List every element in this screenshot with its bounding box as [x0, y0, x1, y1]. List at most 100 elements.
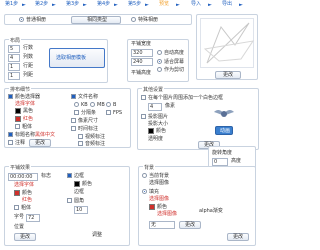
fill-size-input[interactable]: 72: [26, 214, 40, 222]
shadow-label: 投影图片: [148, 114, 169, 120]
gradient-label: alpha渐变: [199, 208, 223, 214]
background-change-button[interactable]: 更改: [179, 221, 201, 229]
radio-special-album[interactable]: [131, 17, 136, 22]
b-radio[interactable]: [106, 102, 111, 107]
file-name-label: 文件名称: [78, 94, 99, 100]
border-value-label: 边框: [74, 189, 85, 195]
fill-color-label: 颜色: [22, 190, 33, 196]
background-change-label: 更改: [185, 222, 196, 228]
bg-color-swatch[interactable]: [149, 204, 155, 210]
label-font-text: 黑体中文: [35, 132, 56, 138]
note-check[interactable]: [8, 140, 13, 145]
album-type-label: 相同类型: [87, 17, 108, 23]
show-audio-check[interactable]: [78, 141, 83, 146]
choose-template-button[interactable]: 选取相册模板: [49, 48, 105, 68]
current-bg-radio[interactable]: [142, 173, 147, 178]
dimensions-check[interactable]: [71, 118, 76, 123]
step-2-label: 第2步: [35, 1, 49, 7]
red-color-swatch[interactable]: [15, 116, 21, 122]
gradient-select[interactable]: 无: [149, 221, 175, 229]
file-name-check[interactable]: [71, 94, 76, 99]
step-export[interactable]: 导出 ►: [220, 1, 246, 9]
spacing-input[interactable]: 1: [8, 63, 20, 71]
height-input[interactable]: 240: [131, 58, 153, 66]
step-5[interactable]: 第5步 ►: [126, 1, 152, 9]
border-label: 边框: [74, 173, 85, 179]
show-audio-label: 音频标注: [85, 141, 106, 147]
arrow-right-icon: ►: [22, 2, 26, 8]
fill-pick-label: 选择图像: [149, 196, 170, 202]
show-dates-check[interactable]: [71, 126, 76, 131]
layout-group-title: 布局: [9, 37, 22, 44]
transition-label: 标志: [41, 173, 52, 179]
mb-radio[interactable]: [90, 102, 95, 107]
kb-radio[interactable]: [74, 102, 79, 107]
label-size-check[interactable]: [8, 132, 13, 137]
black-color-swatch[interactable]: [15, 108, 21, 114]
fill-position-button[interactable]: 更改: [14, 233, 36, 241]
spacing-label: 行距: [23, 63, 34, 69]
stretch-label: 作为剪切: [164, 67, 185, 73]
corner-check[interactable]: [67, 198, 72, 203]
fill-radio[interactable]: [142, 189, 147, 194]
fit-screen-radio[interactable]: [157, 59, 162, 64]
bold-check[interactable]: [15, 124, 20, 129]
border-width-input[interactable]: 4: [148, 103, 162, 111]
mode-bar: 普通相册 相同类型 特殊相册: [4, 14, 192, 25]
width-value: 320: [133, 50, 143, 56]
show-video-check[interactable]: [78, 134, 83, 139]
fill-size-label: 字号: [14, 214, 25, 220]
step-preview[interactable]: 预览 ►: [157, 1, 183, 9]
stretch-radio[interactable]: [157, 67, 162, 72]
border-check[interactable]: [67, 173, 72, 178]
step-3[interactable]: 第3步 ►: [64, 1, 90, 9]
border-width-unit: 像素: [165, 103, 176, 109]
shadow-check[interactable]: [141, 114, 146, 119]
white-border-check[interactable]: [141, 95, 146, 100]
animation-label: 动画: [220, 128, 231, 134]
step-1[interactable]: 第1步 ►: [3, 1, 29, 9]
fps-label: FPS: [113, 110, 123, 116]
fill-position-text: 更改: [20, 234, 31, 240]
colspace-value: 1: [10, 73, 14, 79]
fill-color-value: 红色: [22, 197, 33, 203]
step-4[interactable]: 第4步 ►: [95, 1, 121, 9]
time-input[interactable]: 00:00:00: [8, 173, 38, 181]
radio-normal-album[interactable]: [19, 17, 24, 22]
thumb-detail-group: 排布细节 颜色选择器 选择字体 黑色 红色 粗体 标题名称 黑体中文 注释 更改…: [4, 86, 131, 148]
fps-check[interactable]: [106, 110, 111, 115]
shadow-color-swatch[interactable]: [148, 128, 154, 134]
fill-bold-check[interactable]: [14, 205, 19, 210]
red-color-label: 红色: [23, 116, 34, 122]
background-preview-button[interactable]: 更改: [227, 233, 249, 241]
background-preview-label: 更改: [233, 234, 244, 240]
corner-value: 10: [76, 207, 83, 213]
separator-check[interactable]: [74, 110, 79, 115]
preview-image: [200, 18, 255, 68]
step-import[interactable]: 导入 ►: [189, 1, 215, 9]
rows-value: 5: [10, 46, 14, 52]
thumb-detail-change-button[interactable]: 更改: [29, 139, 51, 147]
fill-color-swatch[interactable]: [14, 190, 20, 196]
border-color-swatch[interactable]: [74, 181, 80, 187]
animation-button[interactable]: 动画: [215, 126, 233, 135]
cols-input[interactable]: 4: [8, 54, 20, 62]
arrow-right-icon: ►: [176, 2, 180, 8]
rotate-height-label: 高度: [231, 158, 242, 164]
width-input[interactable]: 320: [131, 49, 153, 57]
background-group: 背景 当前背景 选择图像 填充 选择图像 颜色 选择图像 alpha渐变 无 更…: [138, 164, 256, 246]
fill-position-label: 位置: [14, 224, 25, 230]
auto-height-radio[interactable]: [157, 50, 162, 55]
change-preview-label: 更改: [223, 72, 234, 78]
color-picker-check[interactable]: [8, 94, 13, 99]
fit-screen-label: 适合屏幕: [164, 59, 185, 65]
corner-input[interactable]: 10: [74, 206, 88, 214]
album-type-select[interactable]: 相同类型: [71, 16, 121, 24]
fill-effect-group: 平铺效果 00:00:00 标志 选择字体 颜色 红色 粗体 字号 72 位置 …: [4, 164, 130, 246]
change-preview-button[interactable]: 更改: [215, 71, 241, 79]
colspace-input[interactable]: 1: [8, 72, 20, 80]
step-2[interactable]: 第2步 ►: [33, 1, 59, 9]
height-label: 平铺高度: [131, 70, 152, 76]
rotate-angle-input[interactable]: 0: [212, 158, 228, 166]
rows-input[interactable]: 5: [8, 45, 20, 53]
